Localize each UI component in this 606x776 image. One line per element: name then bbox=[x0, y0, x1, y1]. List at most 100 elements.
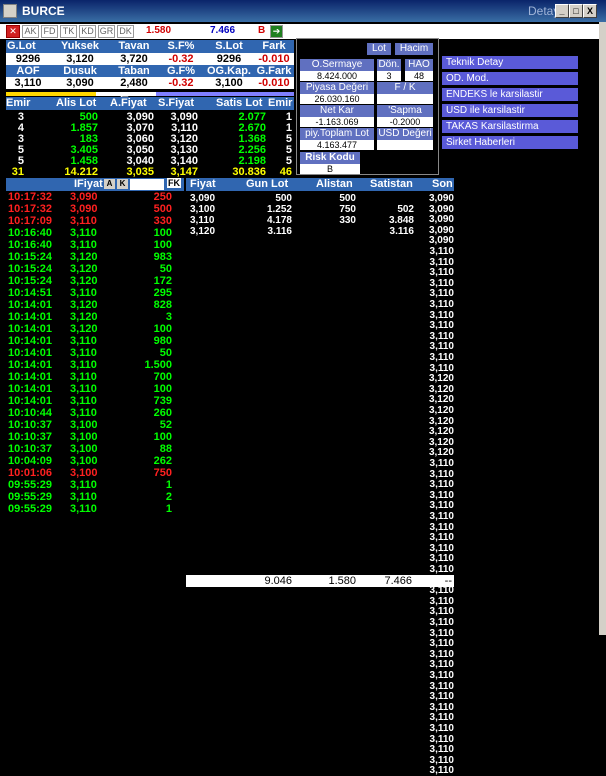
hdr-ogkap: OG.Kap. bbox=[206, 65, 251, 77]
total-satistan: 7.466 bbox=[384, 575, 412, 587]
link-usd[interactable]: USD ile karsilastir bbox=[442, 104, 578, 117]
son-cell: 3,090 bbox=[428, 224, 454, 236]
hdr-yuksek: Yuksek bbox=[61, 40, 99, 52]
hdr-aof: AOF bbox=[16, 65, 40, 77]
son-cell: 3,110 bbox=[429, 489, 454, 501]
tab-tk[interactable]: TK bbox=[60, 25, 77, 38]
trade-cell: 10:14:01 bbox=[8, 383, 53, 395]
piyasa-value: 26.030.160 bbox=[300, 94, 374, 104]
fk-button[interactable]: FK bbox=[167, 178, 181, 188]
son-cell: 3,110 bbox=[429, 712, 454, 724]
trade-cell: 10:16:40 bbox=[8, 227, 53, 239]
col-son: Son bbox=[432, 178, 453, 190]
son-cell: 3,090 bbox=[428, 203, 454, 215]
trade-cell: 10:15:24 bbox=[8, 251, 53, 263]
toolbar-value-2: 7.466 bbox=[210, 25, 236, 36]
depth-row: 3 500 3,090 3,090 2.077 1 bbox=[6, 111, 294, 123]
lot-button[interactable]: Lot bbox=[367, 43, 391, 55]
trade-cell: 295 bbox=[153, 287, 172, 299]
a-button[interactable]: A bbox=[104, 179, 115, 189]
trade-cell: 52 bbox=[159, 419, 172, 431]
tab-gr[interactable]: GR bbox=[98, 25, 115, 38]
col-emir: Emir bbox=[6, 97, 31, 109]
trade-cell: 3,110 bbox=[70, 335, 97, 347]
trade-row: 10:17:32 3,090 250 bbox=[6, 191, 184, 203]
maximize-button[interactable]: □ bbox=[569, 4, 583, 18]
col-satistan: Satistan bbox=[370, 178, 413, 190]
price-cell: 750 bbox=[339, 204, 356, 215]
toplam-lot-value: 4.163.477 bbox=[300, 140, 374, 150]
trade-cell: 3,110 bbox=[70, 395, 97, 407]
son-cell: 3,110 bbox=[429, 670, 454, 681]
son-cell: 3,090 bbox=[428, 235, 454, 247]
hdr-fark: Fark bbox=[262, 40, 286, 52]
son-cell: 3,120 bbox=[428, 426, 454, 438]
trade-cell: 1 bbox=[165, 503, 172, 515]
hdr-slot: S.Lot bbox=[215, 40, 243, 52]
trade-row: 10:10:37 3,100 52 bbox=[6, 419, 184, 431]
son-cell: 3,110 bbox=[429, 680, 454, 692]
son-cell: 3,120 bbox=[428, 436, 454, 448]
price-cell: 330 bbox=[339, 215, 356, 226]
totals-row: 9.046 1.580 7.466 -- bbox=[186, 575, 454, 587]
link-sirket-haberleri[interactable]: Sirket Haberleri bbox=[442, 136, 578, 149]
close-button[interactable]: X bbox=[583, 4, 597, 18]
hacim-button[interactable]: Hacim bbox=[395, 43, 433, 55]
trade-cell: 10:10:37 bbox=[8, 419, 53, 431]
trade-cell: 3,110 bbox=[70, 215, 97, 227]
val-slot: 9296 bbox=[216, 53, 242, 65]
risk-label: Risk Kodu bbox=[300, 152, 360, 164]
trade-cell: 10:01:06 bbox=[8, 467, 53, 479]
son-cell: 3,110 bbox=[429, 606, 454, 618]
val-ogkap: 3,100 bbox=[215, 77, 243, 89]
son-cell: 3,110 bbox=[429, 744, 454, 756]
header-labels-2: AOF Dusuk Taban G.F% OG.Kap. G.Fark bbox=[6, 65, 294, 77]
trade-cell: 330 bbox=[153, 215, 172, 227]
son-cell: 3,110 bbox=[429, 733, 454, 745]
filter-input[interactable] bbox=[130, 179, 164, 190]
trade-cell: 10:14:01 bbox=[8, 347, 53, 359]
trade-cell: 09:55:29 bbox=[8, 503, 53, 515]
son-cell: 3,110 bbox=[429, 500, 454, 512]
trade-cell: 3,120 bbox=[70, 251, 98, 263]
trade-row: 10:10:44 3,110 260 bbox=[6, 407, 184, 419]
link-teknik-detay[interactable]: Teknik Detay bbox=[442, 56, 578, 69]
trade-cell: 3,120 bbox=[70, 299, 98, 311]
hdr-taban: Taban bbox=[118, 65, 150, 77]
link-endeks[interactable]: ENDEKS le karsilastir bbox=[442, 88, 578, 101]
link-takas[interactable]: TAKAS Karsilastirma bbox=[442, 120, 578, 133]
trade-row: 10:14:01 3,110 100 bbox=[6, 383, 184, 395]
vertical-scrollbar[interactable] bbox=[599, 22, 606, 635]
tab-ak[interactable]: AK bbox=[22, 25, 39, 38]
tab-dk[interactable]: DK bbox=[117, 25, 134, 38]
k-button[interactable]: K bbox=[117, 179, 128, 189]
son-cell: 3,110 bbox=[429, 352, 454, 363]
trade-cell: 10:10:37 bbox=[8, 431, 53, 443]
depth-cell: 3,035 bbox=[126, 166, 154, 178]
arrow-right-icon[interactable]: ➔ bbox=[270, 25, 283, 38]
header-values-1: 9296 3,120 3,720 -0.32 9296 -0.010 bbox=[6, 53, 294, 65]
piyasa-label: Piyasa Değeri bbox=[300, 82, 374, 94]
toolbar-value-1: 1.580 bbox=[146, 25, 172, 36]
tab-fd[interactable]: FD bbox=[41, 25, 58, 38]
toplam-lot-label: piy.Toplam Lot bbox=[300, 128, 374, 140]
son-cell: 3,110 bbox=[429, 648, 454, 660]
depth-cell: 3,147 bbox=[170, 166, 198, 178]
son-cell: 3,110 bbox=[429, 617, 454, 628]
son-cell: 3,110 bbox=[429, 723, 454, 734]
minimize-button[interactable]: _ bbox=[555, 4, 569, 18]
trade-cell: 3,110 bbox=[70, 479, 97, 491]
son-cell: 3,110 bbox=[429, 627, 454, 639]
close-panel-icon[interactable]: ✕ bbox=[6, 25, 20, 38]
don-value: 3 bbox=[377, 71, 401, 81]
hdr-dusuk: Dusuk bbox=[63, 65, 97, 77]
trade-cell: 10:14:01 bbox=[8, 299, 53, 311]
link-od-mod[interactable]: OD. Mod. bbox=[442, 72, 578, 85]
trade-cell: 1.500 bbox=[144, 359, 172, 371]
tab-kd[interactable]: KD bbox=[79, 25, 96, 38]
trade-row: 10:16:40 3,110 100 bbox=[6, 227, 184, 239]
trade-cell: 10:17:09 bbox=[8, 215, 53, 227]
val-aof: 3,110 bbox=[14, 77, 42, 89]
son-cell: 3,110 bbox=[429, 362, 454, 374]
trade-cell: 10:14:01 bbox=[8, 323, 53, 335]
